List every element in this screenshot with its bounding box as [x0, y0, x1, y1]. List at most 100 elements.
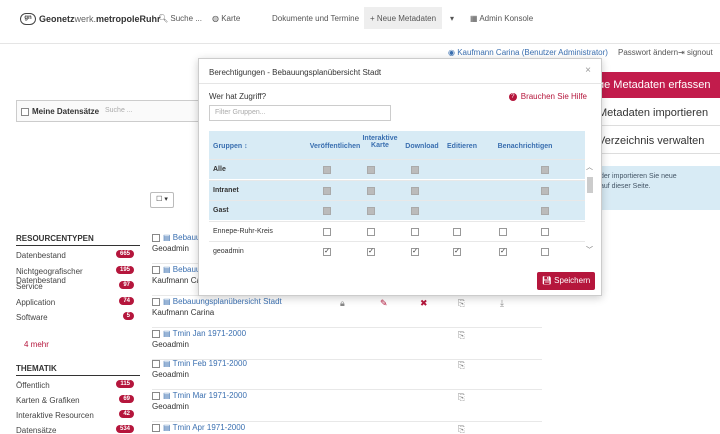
permission-checkbox: [411, 166, 419, 174]
nav-dokumente[interactable]: Dokumente und Termine: [272, 14, 359, 23]
signout-link[interactable]: ⇥ signout: [678, 48, 713, 57]
result-owner: Geoadmin: [152, 402, 189, 411]
help-link[interactable]: ? Brauchen Sie Hilfe: [508, 92, 587, 101]
brand-mid: werk.: [74, 14, 97, 24]
result-checkbox[interactable]: [152, 423, 160, 432]
nav-dropdown[interactable]: ▾: [450, 14, 454, 23]
copy-icon[interactable]: ⎘: [458, 392, 465, 403]
permission-checkbox[interactable]: ✓: [367, 248, 375, 256]
header-gruppen[interactable]: Gruppen ↕: [213, 143, 248, 150]
nav-admin[interactable]: ▦ Admin Konsole: [470, 14, 533, 23]
info-box: der importieren Sie neue auf dieser Seit…: [590, 166, 720, 210]
permission-row: Ennepe-Ruhr-Kreis: [209, 220, 585, 241]
document-icon: ▤: [163, 329, 173, 338]
result-checkbox[interactable]: [152, 359, 160, 368]
permission-checkbox[interactable]: [411, 227, 419, 236]
facet-label: Datenbestand: [16, 251, 66, 260]
permission-row: Alle: [209, 159, 585, 179]
document-icon: ▤: [163, 423, 173, 432]
result-title[interactable]: ▤ Bebauun: [152, 233, 205, 242]
copy-icon[interactable]: ⎘: [458, 330, 465, 341]
result-checkbox[interactable]: [152, 391, 160, 400]
permission-checkbox[interactable]: ✓: [499, 248, 507, 256]
result-title[interactable]: ▤ Tmin Jan 1971-2000: [152, 329, 246, 338]
result-title[interactable]: ▤ Tmin Apr 1971-2000: [152, 423, 245, 432]
help-label: Brauchen Sie Hilfe: [520, 92, 587, 101]
neue-metadaten-erfassen-button[interactable]: ue Metadaten erfassen: [590, 72, 720, 98]
mehr-link[interactable]: 4 mehr: [24, 340, 49, 349]
resourcentyp-facet[interactable]: Datenbestand 665: [16, 250, 134, 260]
result-title-text: Tmin Apr 1971-2000: [172, 423, 246, 432]
permission-checkbox: [541, 207, 549, 215]
result-checkbox[interactable]: [152, 233, 160, 242]
result-row[interactable]: ▤ Bebauungsplanübersicht Stadt Kaufmann C…: [152, 294, 542, 328]
close-icon[interactable]: ×: [585, 65, 591, 76]
sort-icon: ↕: [244, 143, 248, 150]
passwort-link[interactable]: Passwort ändern: [618, 48, 678, 57]
nav-karte[interactable]: ◍ Karte: [212, 14, 240, 23]
permission-checkbox[interactable]: [453, 227, 461, 236]
result-row[interactable]: ▤ Tmin Mar 1971-2000 Geoadmin ⎘: [152, 388, 542, 422]
permission-checkbox: [323, 166, 331, 174]
delete-icon[interactable]: ✖: [420, 298, 428, 309]
document-icon: ▤: [163, 297, 173, 306]
checkbox[interactable]: [21, 107, 29, 116]
resourcentyp-facet[interactable]: Application 74: [16, 296, 134, 307]
document-icon: ▤: [163, 359, 173, 368]
permission-row: Gast: [209, 200, 585, 220]
nav-neue-metadaten[interactable]: + Neue Metadaten: [364, 7, 443, 29]
facet-label: Service: [16, 282, 43, 291]
result-checkbox[interactable]: [152, 297, 160, 306]
permission-checkbox[interactable]: [367, 227, 375, 236]
scrollbar-thumb[interactable]: [587, 177, 593, 193]
nav-karte-label: Karte: [221, 14, 241, 23]
resourcentyp-facet[interactable]: Service 97: [16, 281, 134, 291]
result-checkbox[interactable]: [152, 265, 160, 274]
permission-checkbox[interactable]: ✓: [453, 248, 461, 256]
result-title[interactable]: ▤ Bebauun: [152, 265, 205, 274]
user-menu[interactable]: ◉ Kaufmann Carina (Benutzer Administrato…: [448, 48, 608, 57]
search-input[interactable]: Suche ...: [105, 107, 133, 114]
permission-checkbox[interactable]: [323, 227, 331, 236]
permission-checkbox[interactable]: ✓: [323, 248, 331, 256]
select-all-dropdown[interactable]: ☐ ▾: [150, 192, 174, 208]
edit-icon[interactable]: ✎: [380, 298, 388, 309]
meine-datensaetze-checkbox[interactable]: Meine Datensätze: [21, 107, 99, 116]
nav-suche[interactable]: 🔍︎ Suche ...: [158, 14, 202, 23]
thematik-facet[interactable]: Datensätze 534: [16, 425, 134, 434]
search-icon: 🔍︎: [158, 14, 169, 23]
result-row[interactable]: ▤ Tmin Feb 1971-2000 Geoadmin ⎘: [152, 356, 542, 390]
result-title[interactable]: ▤ Bebauungsplanübersicht Stadt: [152, 297, 282, 306]
header-editieren: Editieren: [447, 143, 477, 150]
copy-icon[interactable]: ⎘: [458, 424, 465, 434]
thematik-facet[interactable]: Öffentlich 115: [16, 380, 134, 390]
result-title[interactable]: ▤ Tmin Mar 1971-2000: [152, 391, 247, 400]
permission-checkbox[interactable]: ✓: [411, 248, 419, 256]
permission-checkbox[interactable]: [541, 227, 549, 236]
resourcentyp-facet[interactable]: Software 5: [16, 312, 134, 322]
brand[interactable]: gn Geonetz werk. metropoleRuhr: [20, 13, 161, 25]
save-button[interactable]: 💾︎ Speichern: [537, 272, 595, 290]
lock-icon[interactable]: 🔒︎: [340, 298, 345, 309]
result-row[interactable]: ▤ Tmin Jan 1971-2000 Geoadmin ⎘: [152, 326, 542, 360]
verzeichnis-verwalten-button[interactable]: Verzeichnis verwalten: [590, 128, 720, 154]
result-checkbox[interactable]: [152, 329, 160, 338]
download-icon[interactable]: ⤓: [500, 298, 504, 309]
permission-checkbox: [367, 186, 375, 195]
facet-count-badge: 69: [119, 395, 134, 403]
thematik-facet[interactable]: Interaktive Resourcen 42: [16, 410, 134, 420]
copy-icon[interactable]: ⎘: [458, 360, 465, 371]
copy-icon[interactable]: ⎘: [458, 298, 465, 309]
metadaten-importieren-button[interactable]: Metadaten importieren: [590, 100, 720, 126]
facet-count-badge: 534: [115, 425, 134, 433]
permission-checkbox[interactable]: [541, 248, 549, 256]
result-row[interactable]: ▤ Tmin Apr 1971-2000 ⎘: [152, 420, 542, 434]
chevron-down-icon[interactable]: ﹀: [586, 245, 593, 255]
thematik-facet[interactable]: Karten & Grafiken 69: [16, 395, 134, 405]
modal-scrollbar[interactable]: ︿ ﹀: [585, 159, 595, 261]
result-title[interactable]: ▤ Tmin Feb 1971-2000: [152, 359, 247, 368]
group-name: Gast: [213, 207, 229, 214]
chevron-up-icon[interactable]: ︿: [586, 162, 593, 172]
filter-groups-input[interactable]: Filter Gruppen...: [209, 105, 391, 121]
permission-checkbox[interactable]: [499, 227, 507, 236]
